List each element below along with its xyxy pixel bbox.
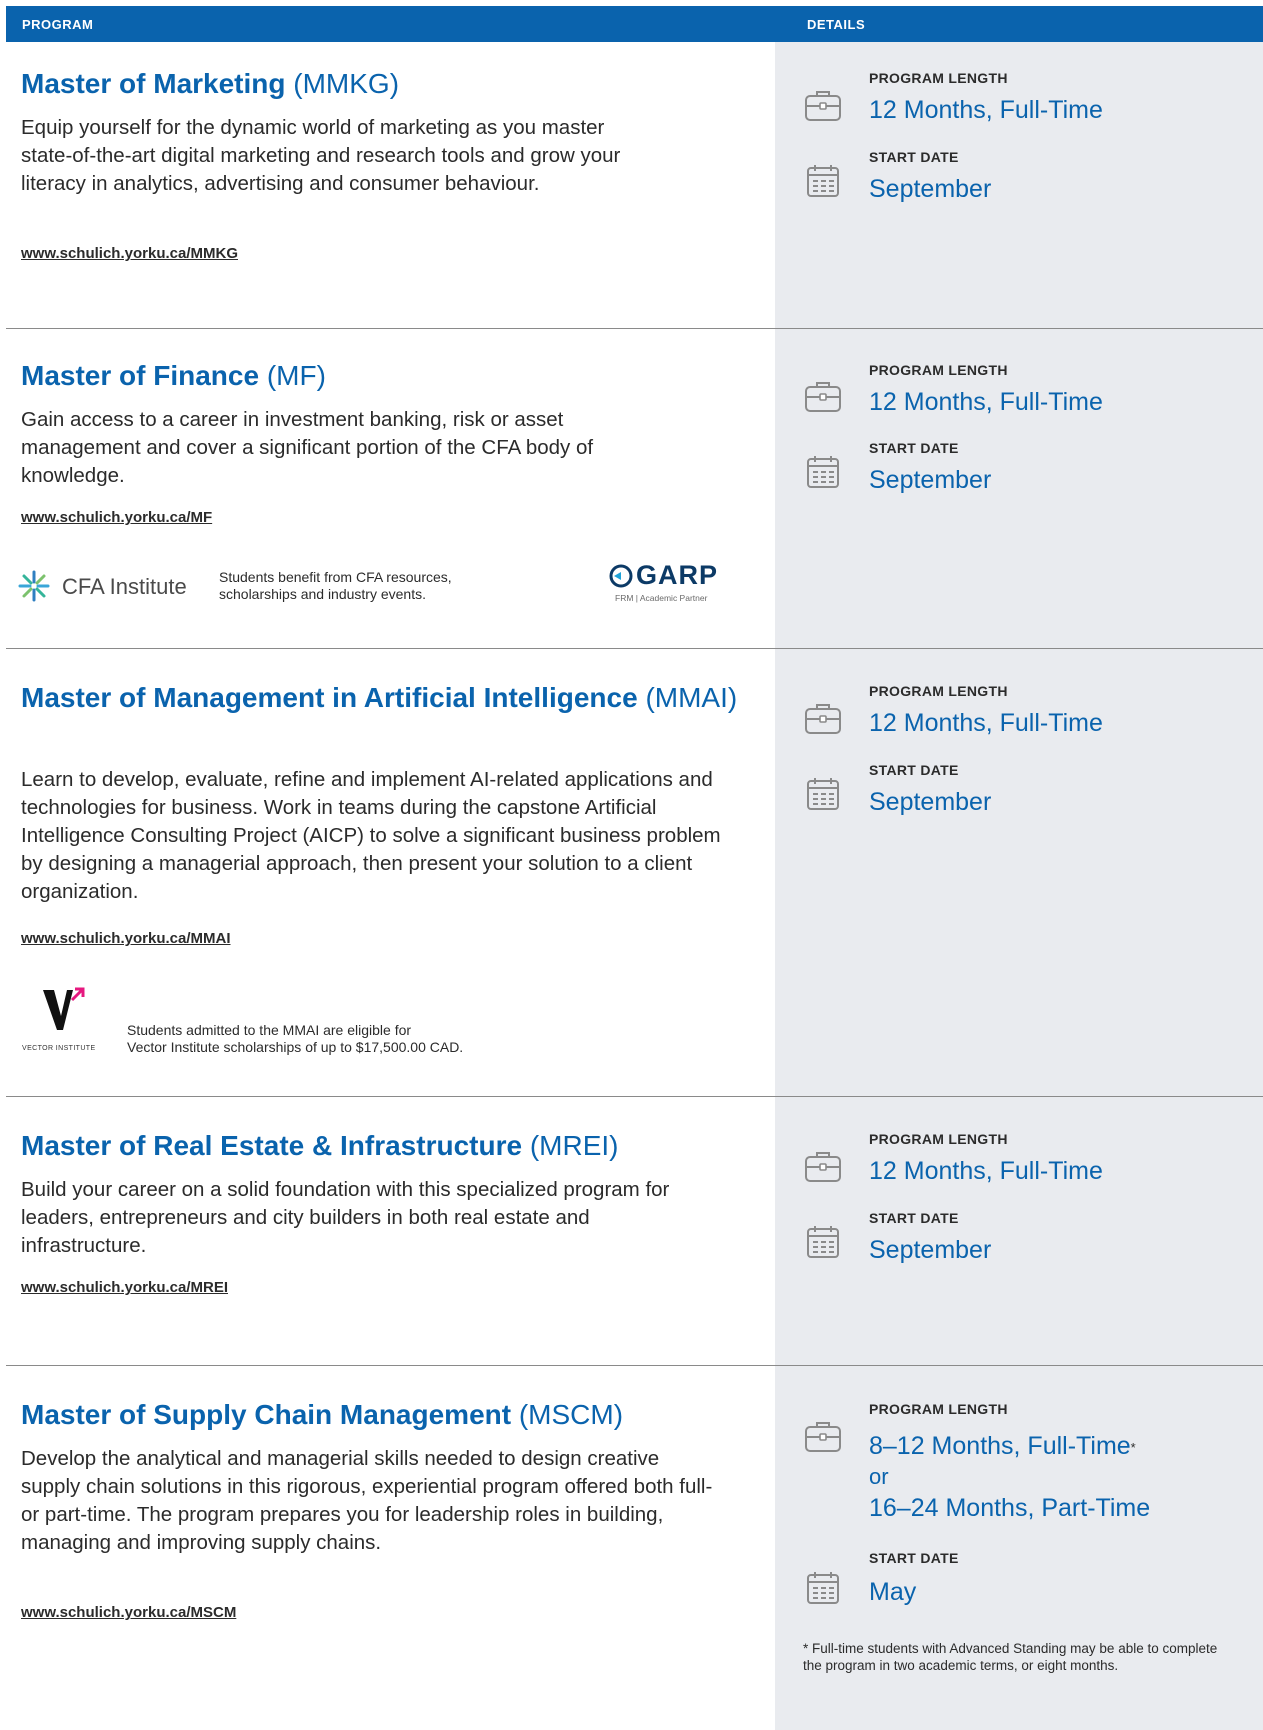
- program-link[interactable]: www.schulich.yorku.ca/MSCM: [21, 1604, 236, 1621]
- garp-name: GARP: [636, 560, 719, 590]
- briefcase-icon: [803, 87, 843, 123]
- cfa-institute-name: CFA Institute: [62, 574, 187, 599]
- briefcase-icon: [803, 700, 843, 736]
- program-length-label: PROGRAM LENGTH: [869, 1131, 1008, 1147]
- program-description: Develop the analytical and managerial sk…: [21, 1447, 713, 1554]
- start-date-value: September: [869, 175, 992, 203]
- section-divider: [6, 1096, 1263, 1097]
- footnote-text: Full-time students with Advanced Standin…: [803, 1641, 1218, 1673]
- program-length-or: or: [869, 1464, 889, 1489]
- start-date-value: September: [869, 788, 992, 816]
- program-name: Master of Supply Chain Management: [21, 1399, 512, 1430]
- footnote-marker: *: [1130, 1440, 1136, 1455]
- start-date-value: September: [869, 466, 992, 494]
- start-date-value: September: [869, 1236, 992, 1264]
- header-program: PROGRAM: [22, 17, 94, 32]
- cfa-institute-logo: [17, 569, 51, 603]
- vector-institute-logo: [40, 986, 90, 1032]
- section-divider: [6, 648, 1263, 649]
- start-date-label: START DATE: [869, 1550, 959, 1566]
- program-abbr: (MF): [266, 360, 326, 391]
- program-title: Master of Supply Chain Management (MSCM): [21, 1398, 741, 1432]
- program-abbr: (MREI): [529, 1130, 619, 1161]
- program-title: Master of Finance (MF): [21, 359, 741, 393]
- program-title: Master of Management in Artificial Intel…: [21, 681, 741, 715]
- program-abbr: (MMAI): [645, 682, 738, 713]
- program-length-label: PROGRAM LENGTH: [869, 362, 1008, 378]
- program-title: Master of Real Estate & Infrastructure (…: [21, 1129, 741, 1163]
- briefcase-icon: [803, 378, 843, 414]
- program-length-label: PROGRAM LENGTH: [869, 1401, 1008, 1417]
- program-name: Master of Finance: [21, 360, 260, 391]
- program-link[interactable]: www.schulich.yorku.ca/MREI: [21, 1279, 228, 1296]
- footnote-marker: *: [803, 1641, 809, 1656]
- program-length-parttime: 16–24 Months, Part-Time: [869, 1494, 1151, 1522]
- program-title: Master of Marketing (MMKG): [21, 67, 741, 101]
- program-length-fulltime: 8–12 Months, Full-Time: [869, 1432, 1131, 1460]
- program-name: Master of Marketing: [21, 68, 286, 99]
- garp-logo-icon: [608, 563, 634, 589]
- vector-note-line-1: Students admitted to the MMAI are eligib…: [127, 1022, 412, 1038]
- program-description: Build your career on a solid foundation …: [21, 1178, 670, 1257]
- program-length-value: 8–12 Months, Full-Time*: [869, 1430, 1249, 1462]
- program-length-value: 12 Months, Full-Time: [869, 388, 1103, 416]
- briefcase-icon: [803, 1148, 843, 1184]
- program-description: Equip yourself for the dynamic world of …: [21, 116, 621, 195]
- program-link[interactable]: www.schulich.yorku.ca/MMAI: [21, 930, 231, 947]
- vector-institute-caption: VECTOR INSTITUTE: [22, 1045, 96, 1052]
- program-description: Learn to develop, evaluate, refine and i…: [21, 768, 721, 903]
- program-length-label: PROGRAM LENGTH: [869, 70, 1008, 86]
- program-abbr: (MMKG): [293, 68, 400, 99]
- calendar-icon: [803, 1224, 843, 1260]
- start-date-label: START DATE: [869, 762, 959, 778]
- cfa-note-line-1: Students benefit from CFA resources,: [219, 569, 452, 585]
- footnote: * Full-time students with Advanced Stand…: [803, 1640, 1233, 1674]
- briefcase-icon: [803, 1418, 843, 1454]
- section-divider: [6, 328, 1263, 329]
- program-link[interactable]: www.schulich.yorku.ca/MMKG: [21, 245, 238, 262]
- program-length-value: 12 Months, Full-Time: [869, 96, 1103, 124]
- start-date-label: START DATE: [869, 1210, 959, 1226]
- start-date-label: START DATE: [869, 149, 959, 165]
- garp-partner-caption: FRM | Academic Partner: [615, 593, 708, 603]
- calendar-icon: [803, 163, 843, 199]
- table-header: PROGRAM DETAILS: [6, 6, 1263, 42]
- cfa-note-line-2: scholarships and industry events.: [219, 586, 426, 602]
- program-length-label: PROGRAM LENGTH: [869, 683, 1008, 699]
- program-name: Master of Management in Artificial Intel…: [21, 682, 638, 713]
- vector-note-line-2: Vector Institute scholarships of up to $…: [127, 1039, 464, 1055]
- start-date-value: May: [869, 1578, 917, 1606]
- section-divider: [6, 1365, 1263, 1366]
- calendar-icon: [803, 776, 843, 812]
- program-length-value: 12 Months, Full-Time: [869, 1157, 1103, 1185]
- program-name: Master of Real Estate & Infrastructure: [21, 1130, 523, 1161]
- calendar-icon: [803, 1570, 843, 1606]
- program-link[interactable]: www.schulich.yorku.ca/MF: [21, 509, 212, 526]
- header-details: DETAILS: [807, 17, 866, 32]
- program-description: Gain access to a career in investment ba…: [21, 408, 594, 487]
- start-date-label: START DATE: [869, 440, 959, 456]
- program-abbr: (MSCM): [518, 1399, 624, 1430]
- program-length-value: 12 Months, Full-Time: [869, 709, 1103, 737]
- calendar-icon: [803, 454, 843, 490]
